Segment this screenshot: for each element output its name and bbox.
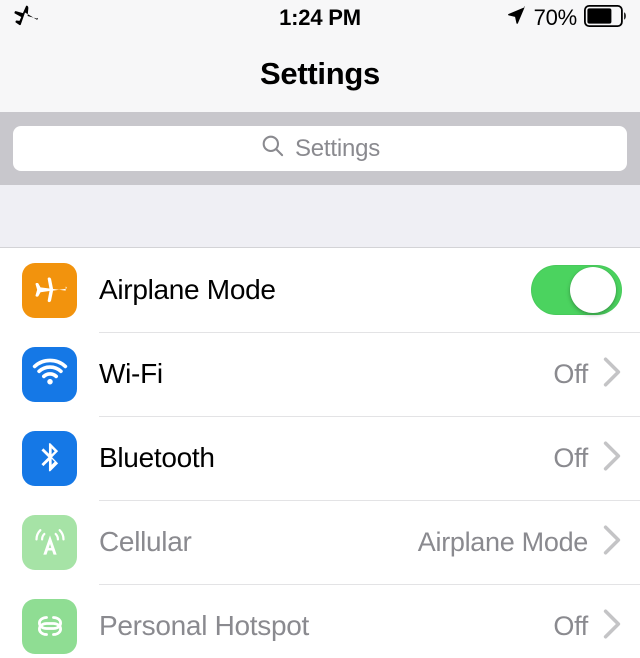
- settings-screen: 1:24 PM 70% Settings Settings Airplane M…: [0, 0, 640, 658]
- page-title: Settings: [260, 56, 380, 91]
- airplane-icon: [22, 262, 77, 318]
- navigation-bar: Settings: [0, 36, 640, 112]
- settings-row-label: Cellular: [99, 526, 192, 557]
- search-placeholder: Settings: [294, 134, 381, 162]
- toggle-knob: [570, 267, 616, 313]
- settings-row-wifi[interactable]: Wi-Fi Off: [0, 332, 640, 416]
- chevron-right-icon: [602, 608, 622, 645]
- search-icon: [260, 133, 286, 164]
- status-bar-center: 1:24 PM: [172, 5, 468, 31]
- status-bar-left: [12, 2, 172, 35]
- chevron-right-icon: [602, 524, 622, 561]
- settings-row-personal-hotspot[interactable]: Personal Hotspot Off: [0, 584, 640, 658]
- settings-row-value: Off: [553, 610, 588, 641]
- search-bar-container: Settings: [0, 112, 640, 185]
- battery-icon: [583, 4, 628, 32]
- chevron-right-icon: [602, 440, 622, 477]
- status-bar-clock: 1:24 PM: [279, 5, 361, 30]
- status-bar-right: 70%: [468, 4, 628, 32]
- settings-row-value: Off: [553, 442, 588, 473]
- settings-row-label: Airplane Mode: [99, 274, 276, 305]
- settings-list: Airplane Mode Wi-Fi Off Bluetooth Off Ce…: [0, 248, 640, 658]
- settings-row-value: Airplane Mode: [417, 526, 589, 557]
- battery-percent-label: 70%: [533, 5, 578, 30]
- settings-row-cellular[interactable]: Cellular Airplane Mode: [0, 500, 640, 584]
- wifi-icon: [22, 346, 77, 402]
- airplane-mode-toggle[interactable]: [531, 265, 622, 315]
- settings-row-bluetooth[interactable]: Bluetooth Off: [0, 416, 640, 500]
- bluetooth-icon: [22, 430, 77, 486]
- chevron-right-icon: [602, 356, 622, 393]
- settings-row-label: Personal Hotspot: [99, 610, 309, 641]
- settings-row-airplane-mode[interactable]: Airplane Mode: [0, 248, 640, 332]
- status-bar: 1:24 PM 70%: [0, 0, 640, 36]
- hotspot-link-icon: [22, 598, 77, 654]
- settings-row-accessory: Off: [553, 608, 622, 645]
- search-input[interactable]: Settings: [13, 126, 627, 171]
- settings-row-accessory: Off: [553, 356, 622, 393]
- settings-row-accessory: Off: [553, 440, 622, 477]
- location-arrow-icon: [506, 5, 527, 31]
- settings-row-label: Bluetooth: [99, 442, 215, 473]
- settings-row-value: Off: [553, 358, 588, 389]
- section-gap: [0, 185, 640, 248]
- settings-row-label: Wi-Fi: [99, 358, 163, 389]
- settings-row-accessory: [531, 265, 622, 315]
- cellular-antenna-icon: [22, 514, 77, 570]
- settings-row-accessory: Airplane Mode: [418, 524, 622, 561]
- airplane-mode-status-icon: [12, 2, 40, 35]
